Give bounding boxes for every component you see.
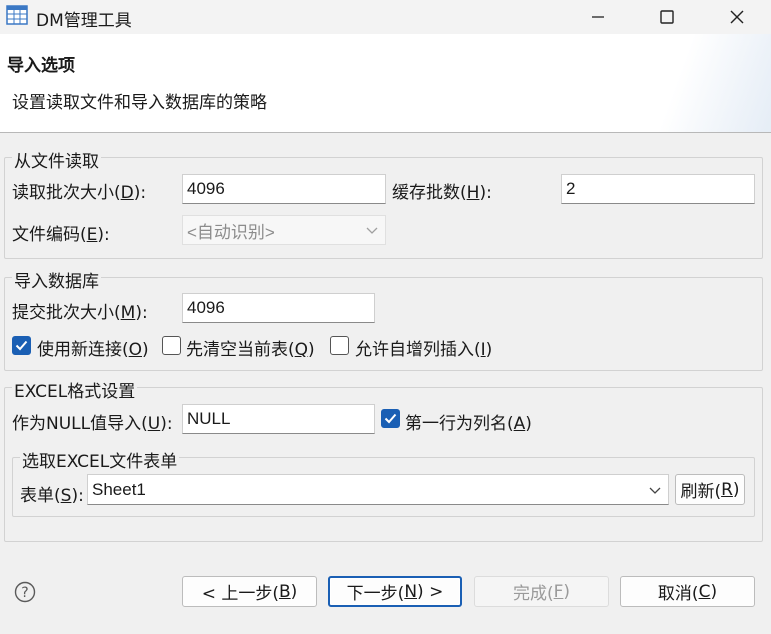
- chevron-down-icon: [648, 482, 662, 502]
- header-divider: [0, 132, 771, 133]
- refresh-button[interactable]: 刷新(R): [675, 474, 745, 505]
- minimize-button[interactable]: [575, 0, 621, 34]
- next-button[interactable]: 下一步(N) >: [328, 576, 462, 607]
- first-row-header-label: 第一行为列名(A): [405, 414, 532, 434]
- check-icon: [15, 340, 28, 351]
- maximize-icon: [660, 10, 674, 24]
- check-icon: [384, 413, 397, 424]
- file-encoding-select[interactable]: <自动识别>: [182, 215, 386, 245]
- page-description: 设置读取文件和导入数据库的策略: [12, 93, 267, 113]
- identity-insert-label: 允许自增列插入(I): [355, 340, 493, 360]
- sheet-select-value: Sheet1: [92, 479, 146, 499]
- chevron-down-icon: [365, 222, 379, 242]
- sheet-select-group-title: 选取EXCEL文件表单: [20, 447, 180, 472]
- cache-batch-input[interactable]: 2: [561, 174, 755, 204]
- maximize-button[interactable]: [644, 0, 690, 34]
- commit-batch-size-label: 提交批次大小(M):: [12, 303, 148, 323]
- null-value-label: 作为NULL值导入(U):: [12, 414, 173, 434]
- sheet-label: 表单(S):: [20, 486, 84, 506]
- app-icon: [6, 5, 28, 25]
- close-button[interactable]: [714, 0, 760, 34]
- excel-settings-group-title: EXCEL格式设置: [12, 377, 138, 402]
- window-title: DM管理工具: [36, 11, 132, 31]
- null-value-input[interactable]: NULL: [182, 404, 375, 434]
- finish-button[interactable]: 完成(F): [474, 576, 609, 607]
- back-button[interactable]: < 上一步(B): [182, 576, 317, 607]
- read-batch-size-input[interactable]: 4096: [182, 174, 386, 204]
- read-batch-size-label: 读取批次大小(D):: [12, 183, 147, 203]
- cache-batch-label: 缓存批数(H):: [392, 183, 492, 203]
- file-encoding-label: 文件编码(E):: [12, 225, 110, 245]
- file-encoding-value: <自动识别>: [187, 222, 275, 242]
- wizard-header: [0, 34, 771, 132]
- clear-table-checkbox[interactable]: [162, 336, 181, 355]
- read-file-group-title: 从文件读取: [12, 147, 101, 172]
- identity-insert-checkbox[interactable]: [330, 336, 349, 355]
- close-icon: [730, 10, 744, 24]
- import-db-group-title: 导入数据库: [12, 267, 101, 292]
- clear-table-label: 先清空当前表(Q): [186, 340, 315, 360]
- use-new-connection-label: 使用新连接(O): [37, 340, 149, 360]
- help-icon[interactable]: ?: [14, 581, 36, 608]
- first-row-header-checkbox[interactable]: [381, 409, 400, 428]
- sheet-select[interactable]: Sheet1: [87, 474, 669, 505]
- commit-batch-size-input[interactable]: 4096: [182, 293, 375, 323]
- use-new-connection-checkbox[interactable]: [12, 336, 31, 355]
- cancel-button[interactable]: 取消(C): [620, 576, 755, 607]
- page-title: 导入选项: [7, 56, 75, 76]
- svg-text:?: ?: [21, 585, 28, 601]
- minimize-icon: [592, 16, 604, 18]
